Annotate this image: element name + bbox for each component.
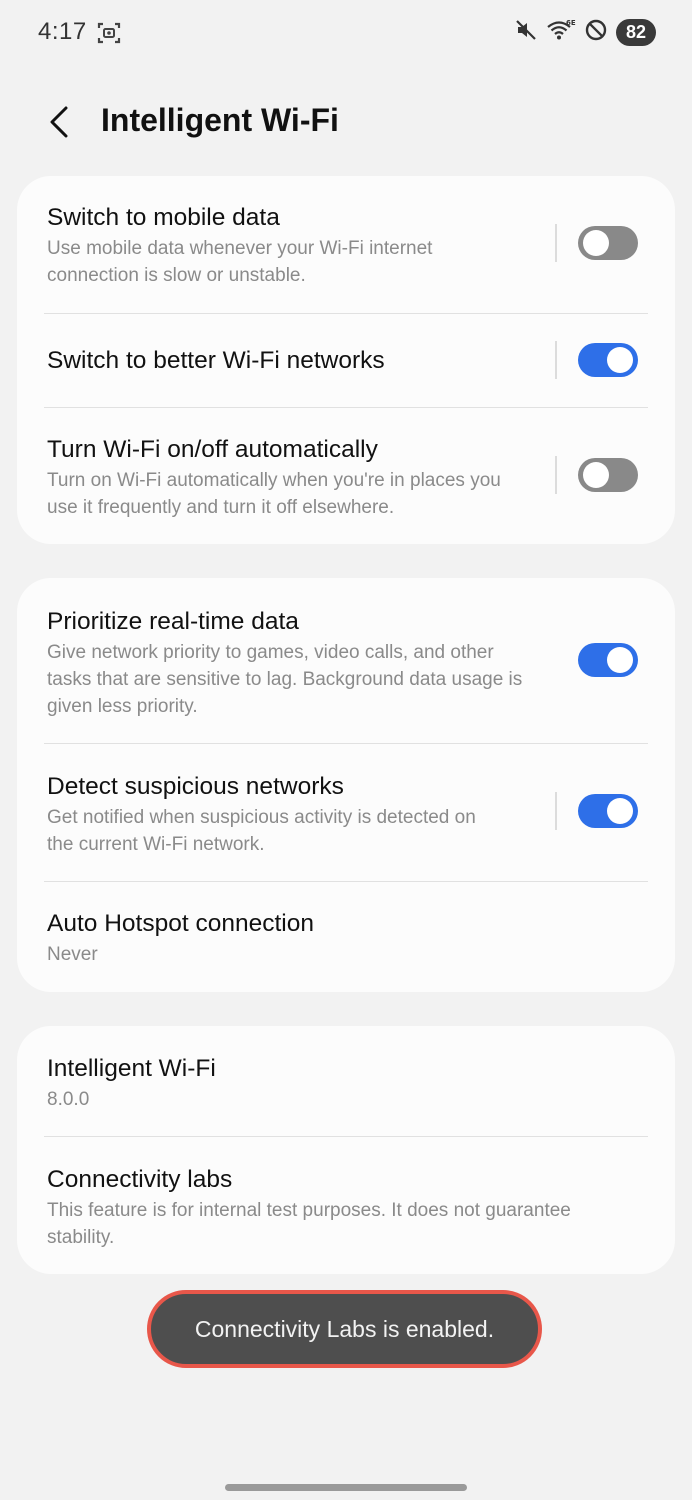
suspicious-desc-line2: the current Wi-Fi network.	[47, 834, 265, 855]
suspicious-toggle[interactable]	[578, 794, 638, 828]
wifi-auto-desc-line1: Turn on Wi-Fi automatically when you're …	[47, 470, 501, 491]
wifi-auto-title: Turn Wi-Fi on/off automatically	[47, 436, 378, 463]
back-button[interactable]	[38, 100, 82, 144]
card-network-options: Prioritize real-time data Give network p…	[17, 578, 675, 992]
do-not-disturb-icon	[584, 18, 608, 47]
realtime-toggle[interactable]	[578, 643, 638, 677]
labs-desc-line2: stability.	[47, 1227, 115, 1248]
realtime-row[interactable]: Prioritize real-time data Give network p…	[17, 578, 675, 744]
separator	[555, 341, 557, 379]
card-wifi-switching: Switch to mobile data Use mobile data wh…	[17, 176, 675, 544]
battery-level: 82	[616, 19, 656, 46]
hotspot-value: Never	[47, 944, 98, 965]
labs-row[interactable]: Connectivity labs This feature is for in…	[17, 1137, 675, 1274]
toast-message: Connectivity Labs is enabled.	[194, 1315, 495, 1342]
wifi-6e-icon: 6E	[546, 18, 576, 47]
suspicious-row[interactable]: Detect suspicious networks Get notified …	[17, 744, 675, 882]
screenshot-icon	[96, 20, 122, 51]
mute-icon	[514, 18, 538, 47]
better-wifi-toggle[interactable]	[578, 343, 638, 377]
separator	[555, 456, 557, 494]
labs-title: Connectivity labs	[47, 1166, 233, 1193]
status-icons: 6E 82	[514, 18, 656, 47]
better-wifi-row[interactable]: Switch to better Wi-Fi networks	[17, 314, 675, 408]
wifi-auto-toggle[interactable]	[578, 458, 638, 492]
mobile-data-row[interactable]: Switch to mobile data Use mobile data wh…	[17, 176, 675, 314]
mobile-data-desc-line1: Use mobile data whenever your Wi-Fi inte…	[47, 238, 433, 259]
realtime-desc-line3: given less priority.	[47, 696, 198, 717]
better-wifi-title: Switch to better Wi-Fi networks	[47, 347, 385, 374]
mobile-data-desc-line2: connection is slow or unstable.	[47, 265, 306, 286]
svg-text:6E: 6E	[566, 19, 576, 27]
separator	[555, 224, 557, 262]
toggle-knob	[583, 230, 609, 256]
card-about: Intelligent Wi-Fi 8.0.0 Connectivity lab…	[17, 1026, 675, 1274]
toggle-knob	[583, 462, 609, 488]
realtime-desc-line1: Give network priority to games, video ca…	[47, 642, 494, 663]
status-bar: 4:17 6E 82	[0, 0, 692, 64]
home-indicator[interactable]	[225, 1484, 467, 1491]
about-row[interactable]: Intelligent Wi-Fi 8.0.0	[17, 1026, 675, 1137]
toggle-knob	[607, 798, 633, 824]
realtime-desc-line2: tasks that are sensitive to lag. Backgro…	[47, 669, 523, 690]
mobile-data-title: Switch to mobile data	[47, 204, 280, 231]
toggle-knob	[607, 647, 633, 673]
wifi-auto-desc-line2: use it frequently and turn it off elsewh…	[47, 497, 395, 518]
page-title: Intelligent Wi-Fi	[101, 102, 339, 138]
suspicious-desc-line1: Get notified when suspicious activity is…	[47, 807, 476, 828]
mobile-data-toggle[interactable]	[578, 226, 638, 260]
separator	[555, 792, 557, 830]
header: Intelligent Wi-Fi	[0, 92, 692, 152]
suspicious-title: Detect suspicious networks	[47, 773, 344, 800]
toggle-knob	[607, 347, 633, 373]
wifi-auto-row[interactable]: Turn Wi-Fi on/off automatically Turn on …	[17, 408, 675, 544]
hotspot-title: Auto Hotspot connection	[47, 910, 314, 937]
status-time: 4:17	[38, 18, 87, 45]
labs-desc-line1: This feature is for internal test purpos…	[47, 1200, 571, 1221]
realtime-title: Prioritize real-time data	[47, 608, 299, 635]
about-version: 8.0.0	[47, 1089, 90, 1110]
back-arrow-icon	[38, 106, 82, 148]
hotspot-row[interactable]: Auto Hotspot connection Never	[17, 882, 675, 992]
toast: Connectivity Labs is enabled.	[147, 1290, 542, 1368]
about-title: Intelligent Wi-Fi	[47, 1055, 216, 1082]
